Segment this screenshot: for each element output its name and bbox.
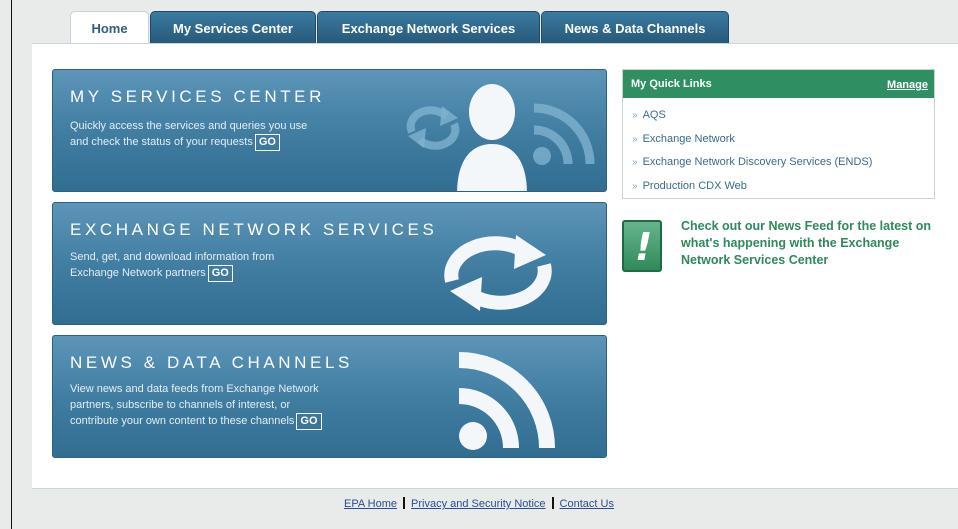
manage-link[interactable]: Manage [887,79,928,91]
list-item: » AQS [632,104,934,128]
quick-links-list: » AQS » Exchange Network » Exchange Network… [623,98,934,198]
exchange-arrows-icon [444,235,552,311]
epa-home-link[interactable]: EPA Home [344,498,397,510]
contact-us-link[interactable]: Contact Us [560,498,614,510]
quick-links-title: My Quick Links [631,78,712,90]
list-item: » Production CDX Web [632,175,934,199]
page-left-border [11,0,12,529]
quick-link-ends[interactable]: Exchange Network Discovery Services (END… [643,156,873,168]
panel-description: View news and data feeds from Exchange N… [70,381,322,430]
privacy-security-link[interactable]: Privacy and Security Notice [411,498,546,510]
news-go-button[interactable]: GO [296,413,322,430]
person-silhouette-icon [457,84,527,191]
services-go-button[interactable]: GO [254,134,280,151]
tab-exchange-network-services[interactable]: Exchange Network Services [317,11,540,44]
double-chevron-icon: » [632,110,638,121]
news-data-channels-panel[interactable]: NEWS & DATA CHANNELS View news and data … [52,335,607,458]
exchange-go-button[interactable]: GO [207,265,233,282]
rss-feed-icon [533,103,595,165]
double-chevron-icon: » [632,180,638,192]
list-item: » Exchange Network Discovery Services (EN… [632,151,934,175]
quick-link-exchange-network[interactable]: Exchange Network [643,133,735,145]
exchange-network-services-panel[interactable]: EXCHANGE NETWORK SERVICES Send, get, and… [52,202,607,325]
divider [551,497,554,509]
exclamation-icon: ! [622,220,662,272]
tab-home[interactable]: Home [70,11,149,45]
footer-links: EPA Home Privacy and Security Notice Conta… [0,497,958,510]
double-chevron-icon: » [632,157,638,168]
panel-title: EXCHANGE NETWORK SERVICES [70,220,438,239]
news-feed-callout[interactable]: ! Check out our News Feed for the latest… [622,218,938,272]
panel-description: Quickly access the services and queries … [70,118,307,151]
divider [403,497,406,509]
my-quick-links-box: My Quick Links Manage » AQS » Exchange Net… [622,69,935,199]
quick-link-production-cdx-web[interactable]: Production CDX Web [643,180,747,192]
my-services-center-panel[interactable]: MY SERVICES CENTER Quickly access the se… [52,69,607,192]
tab-my-services-center[interactable]: My Services Center [150,11,316,44]
quick-link-aqs[interactable]: AQS [643,109,666,121]
double-chevron-icon: » [632,133,638,145]
panel-title: MY SERVICES CENTER [70,87,325,106]
panel-title: NEWS & DATA CHANNELS [70,353,353,372]
panel-description: Send, get, and download information from… [70,249,274,282]
list-item: » Exchange Network [632,128,934,152]
tab-news-data-channels[interactable]: News & Data Channels [541,11,729,44]
rss-feed-icon [458,352,555,450]
quick-links-header: My Quick Links Manage [623,70,934,98]
news-feed-text[interactable]: Check out our News Feed for the latest o… [681,218,939,269]
